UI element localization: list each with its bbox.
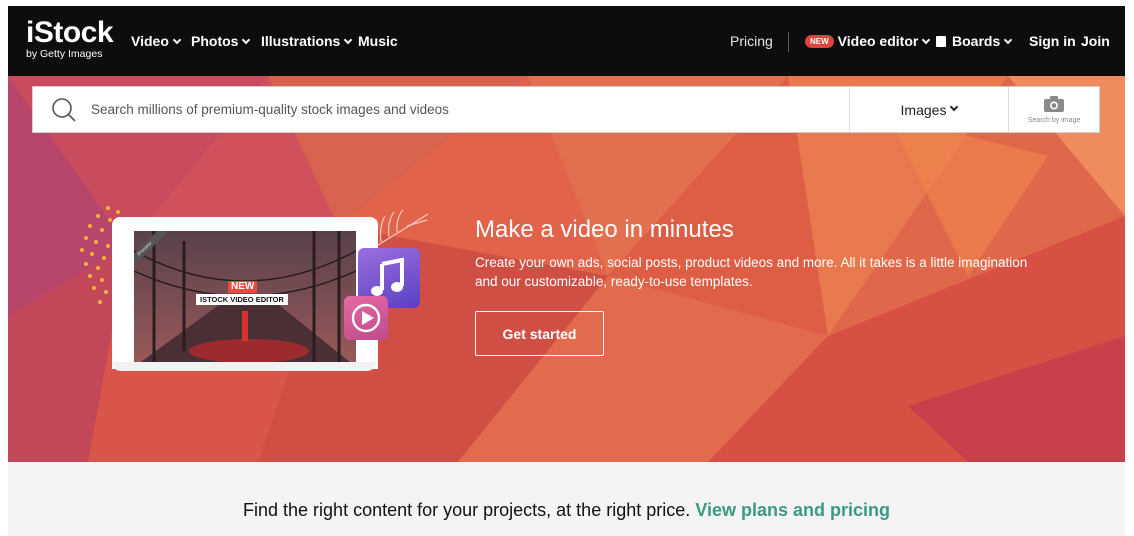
promo-description: Create your own ads, social posts, produ… [475,255,1028,289]
laptop-base [112,362,376,371]
laptop-mockup: Preview NEW ISTOCK VIDEO EDITOR [112,217,378,369]
nav-music-label: Music [358,33,398,49]
new-badge: NEW [805,35,834,48]
nav-video-menu[interactable]: Video [131,32,182,50]
board-icon [936,36,946,47]
nav-video-editor-label: Video editor [837,33,919,49]
chevron-down-icon [922,35,931,45]
chevron-down-icon [1003,35,1013,45]
chevron-down-icon [950,102,959,111]
promo-title: Make a video in minutes [475,216,734,243]
get-started-button[interactable]: Get started [475,311,604,356]
logo-wordmark: iStock [26,16,114,49]
nav-boards-label: Boards [952,33,1001,49]
nav-boards-menu[interactable]: Boards [936,32,1013,50]
screen-title-label: ISTOCK VIDEO EDITOR [196,294,288,305]
nav-pricing-link[interactable]: Pricing [730,32,773,50]
nav-music-link[interactable]: Music [358,32,398,50]
search-icon[interactable] [51,97,77,123]
chevron-down-icon [172,35,182,45]
chevron-down-icon [242,35,251,45]
logo-tagline: by Getty Images [26,48,103,60]
nav-illustrations-label: Illustrations [261,33,341,49]
view-plans-link[interactable]: View plans and pricing [695,500,890,520]
nav-video-label: Video [131,33,169,49]
play-icon [351,303,381,333]
search-type-label: Images [900,101,947,118]
pricing-strip-text: Find the right content for your projects… [8,500,1125,521]
pricing-strip: Find the right content for your projects… [8,462,1125,536]
nav-divider [788,32,789,52]
pricing-strip-message: Find the right content for your projects… [243,500,691,520]
nav-video-editor-menu[interactable]: NEW Video editor [805,32,931,50]
nav-photos-label: Photos [191,33,239,49]
video-editor-preview-screen: Preview NEW ISTOCK VIDEO EDITOR [134,231,356,367]
search-input[interactable] [91,87,841,132]
istock-logo[interactable]: iStock by Getty Images [26,16,114,61]
camera-icon [1044,96,1064,112]
nav-sign-in-link[interactable]: Sign in [1029,32,1076,50]
search-by-image-button[interactable]: Search by image [1009,87,1099,132]
search-type-dropdown[interactable]: Images [850,87,1008,132]
top-nav: iStock by Getty Images Video Photos Illu… [8,6,1125,76]
hero-banner: Images Search by image [8,76,1125,462]
search-bar: Images Search by image [32,86,1100,133]
nav-photos-menu[interactable]: Photos [191,32,251,50]
chevron-down-icon [344,35,353,45]
nav-join-link[interactable]: Join [1081,32,1110,50]
search-by-image-label: Search by image [1027,117,1081,124]
screen-new-badge: NEW [228,281,258,293]
play-button-tile [344,296,388,340]
nav-illustrations-menu[interactable]: Illustrations [261,32,353,50]
